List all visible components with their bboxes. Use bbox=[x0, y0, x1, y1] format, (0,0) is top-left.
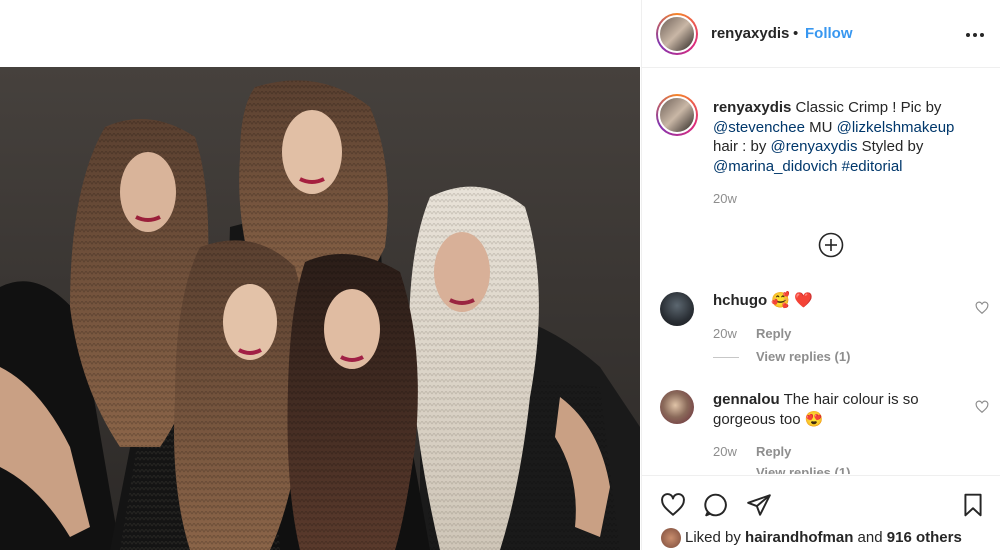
follow-button[interactable]: Follow bbox=[805, 25, 853, 42]
view-replies-button[interactable]: View replies (1) bbox=[756, 349, 850, 364]
comment-timestamp[interactable]: 20w bbox=[713, 326, 737, 341]
comment-body: 🥰 ❤️ bbox=[767, 292, 813, 309]
post-actions-bar: Liked by hairandhofman and 916 others bbox=[642, 475, 1000, 550]
comment-avatar-hchugo[interactable] bbox=[660, 292, 694, 326]
heart-icon[interactable] bbox=[660, 492, 686, 518]
heart-icon[interactable] bbox=[975, 301, 989, 315]
bookmark-icon[interactable] bbox=[960, 492, 986, 518]
send-icon[interactable] bbox=[746, 492, 772, 518]
view-replies-line bbox=[713, 357, 739, 358]
reply-button[interactable]: Reply bbox=[756, 326, 791, 341]
post-media-pane bbox=[0, 0, 640, 550]
post-side-panel: renyaxydis • Follow renyaxydis Classic C… bbox=[641, 0, 1000, 550]
post-photo[interactable] bbox=[0, 67, 640, 550]
mention-stevenchee[interactable]: @stevenchee bbox=[713, 119, 805, 136]
mention-renyaxydis[interactable]: @renyaxydis bbox=[771, 138, 858, 155]
mention-lizkelshmakeup[interactable]: @lizkelshmakeup bbox=[837, 119, 955, 136]
likes-prefix: Liked by bbox=[685, 529, 746, 546]
more-horizontal-icon[interactable] bbox=[963, 22, 987, 46]
comment-text: hchugo 🥰 ❤️ bbox=[713, 291, 963, 311]
caption-author-avatar[interactable] bbox=[656, 94, 698, 136]
caption-username[interactable]: renyaxydis bbox=[713, 99, 791, 116]
comment-text: gennalou The hair colour is so gorgeous … bbox=[713, 390, 963, 430]
plus-circle-icon[interactable] bbox=[818, 232, 844, 258]
reply-button[interactable]: Reply bbox=[756, 444, 791, 459]
comment-username[interactable]: gennalou bbox=[713, 391, 780, 408]
caption-text-1: Classic Crimp ! Pic by bbox=[791, 99, 942, 116]
comment-timestamp[interactable]: 20w bbox=[713, 444, 737, 459]
comment-username[interactable]: hchugo bbox=[713, 292, 767, 309]
liker-username[interactable]: hairandhofman bbox=[745, 529, 853, 546]
heart-icon[interactable] bbox=[975, 400, 989, 414]
hashtag-editorial[interactable]: #editorial bbox=[842, 158, 903, 175]
author-username[interactable]: renyaxydis bbox=[711, 25, 789, 42]
author-avatar[interactable] bbox=[656, 13, 698, 55]
liker-avatar[interactable] bbox=[661, 528, 681, 548]
post-caption: renyaxydis Classic Crimp ! Pic by @steve… bbox=[713, 98, 983, 176]
caption-text-3: hair : by bbox=[713, 138, 771, 155]
view-replies-clipped[interactable]: View replies (1) bbox=[756, 466, 876, 474]
mention-marina-didovich[interactable]: @marina_didovich bbox=[713, 158, 837, 175]
post-header: renyaxydis • Follow bbox=[642, 0, 1000, 68]
likes-count-link[interactable]: 916 others bbox=[887, 529, 962, 546]
caption-timestamp[interactable]: 20w bbox=[713, 191, 737, 206]
separator-dot: • bbox=[793, 25, 799, 42]
comment-avatar-gennalou[interactable] bbox=[660, 390, 694, 424]
likes-summary: Liked by hairandhofman and 916 others bbox=[685, 529, 962, 546]
post-photo-image bbox=[0, 67, 640, 550]
caption-text-4: Styled by bbox=[857, 138, 924, 155]
caption-text-2: MU bbox=[804, 118, 837, 136]
likes-middle: and bbox=[853, 529, 887, 546]
comment-icon[interactable] bbox=[703, 492, 729, 518]
view-replies-button[interactable]: View replies (1) bbox=[756, 466, 850, 474]
